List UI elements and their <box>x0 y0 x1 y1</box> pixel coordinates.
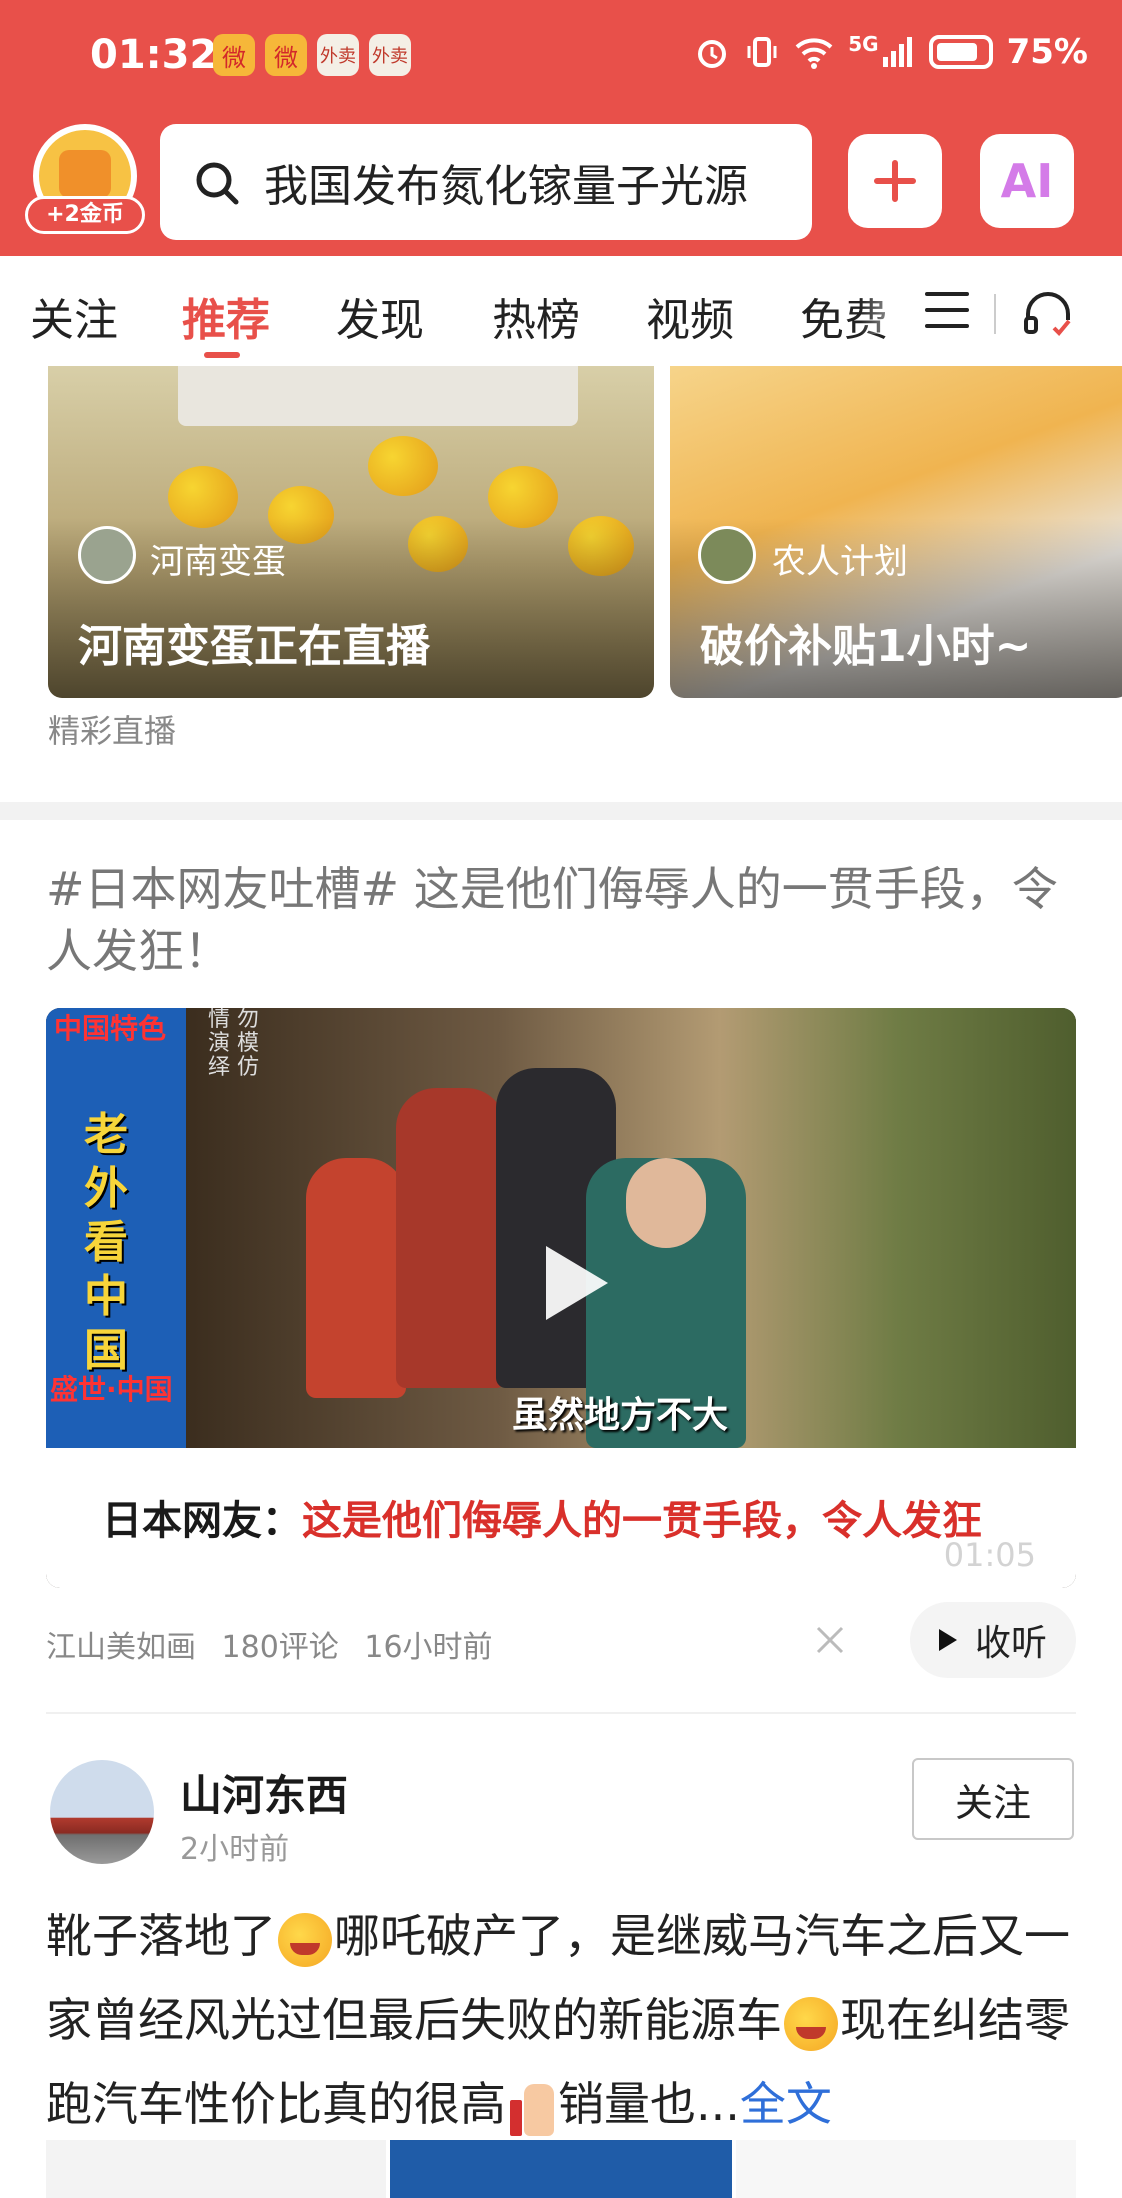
close-icon[interactable] <box>812 1622 848 1658</box>
video-side-title: 老外看中国 <box>84 1109 128 1376</box>
feed-divider <box>0 802 1122 820</box>
takeout-icon: 外卖 <box>369 34 411 76</box>
author-name[interactable]: 山河东西 <box>180 1762 348 1823</box>
figure <box>396 1088 506 1388</box>
active-tab-indicator <box>204 352 240 358</box>
section-label: 精彩直播 <box>48 712 177 750</box>
post-meta: 江山美如画 180评论 16小时前 <box>46 1622 509 1666</box>
post-time: 2小时前 <box>180 1832 290 1867</box>
tab-fade <box>860 274 920 334</box>
video-note: 情 勿 演 模 绎 仿 <box>208 1008 259 1080</box>
coin-reward-button[interactable]: +2金币 <box>25 124 145 244</box>
play-icon[interactable] <box>516 1228 626 1338</box>
video-corner-logo: 中国特色 <box>54 1012 167 1045</box>
ai-button[interactable]: AI <box>980 134 1074 228</box>
listen-label: 收听 <box>974 1623 1047 1664</box>
live-card-image <box>178 366 578 426</box>
thumbs-up-emoji-icon <box>510 2080 554 2136</box>
divider <box>46 1712 1076 1714</box>
follow-button[interactable]: 关注 <box>912 1758 1074 1840</box>
live-card[interactable]: 农人计划 破价补贴1小时~ <box>670 366 1122 698</box>
video-caption-area: 日本网友：这是他们侮辱人的一贯手段，令人发狂 01:05 <box>46 1448 1076 1588</box>
coin-badge: +2金币 <box>25 196 145 234</box>
post-image[interactable] <box>46 2140 386 2198</box>
tab-video[interactable]: 视频 <box>646 284 734 348</box>
notification-icons: 微 微 外卖 外卖 <box>213 34 411 76</box>
status-time: 01:32 <box>90 32 218 78</box>
network-type: 5G <box>848 32 879 56</box>
live-card[interactable]: 河南变蛋 河南变蛋正在直播 <box>48 366 654 698</box>
battery-icon <box>928 35 993 69</box>
signal-icon <box>882 37 912 67</box>
battery-level: 75% <box>1006 32 1088 72</box>
wifi-icon <box>795 38 833 69</box>
tab-follow[interactable]: 关注 <box>30 284 118 348</box>
avatar <box>78 526 136 584</box>
tab-recommend[interactable]: 推荐 <box>182 284 270 348</box>
alarm-icon <box>698 40 727 68</box>
video-subtitle: 虽然地方不大 <box>512 1395 729 1436</box>
video-frame <box>186 1008 1076 1448</box>
video-side-banner: 中国特色 老外看中国 盛世·中国 <box>46 1008 186 1448</box>
video-side-bottom: 盛世·中国 <box>50 1373 173 1406</box>
headphones-icon[interactable] <box>1022 290 1074 336</box>
vibrate-icon <box>747 37 777 67</box>
post-time: 16小时前 <box>364 1630 493 1665</box>
app-header: +2金币 我国发布氮化镓量子光源 AI <box>0 120 1122 256</box>
status-indicators: 5G 75% <box>694 32 1088 72</box>
comment-count: 180评论 <box>221 1630 339 1665</box>
video-player[interactable]: 中国特色 老外看中国 盛世·中国 情 勿 演 模 绎 仿 虽然地方不大 日本网友… <box>46 1008 1076 1588</box>
tab-hot[interactable]: 热榜 <box>492 284 580 348</box>
plus-icon <box>874 160 916 202</box>
weibo-icon: 微 <box>213 34 255 76</box>
post-source[interactable]: 江山美如画 <box>46 1630 196 1665</box>
post-body[interactable]: 靴子落地了 哪吒破产了，是继威马汽车之后又一家曾经风光过但最后失败的新能源车 现在纠… <box>46 1894 1086 2146</box>
status-bar: 01:32 微 微 外卖 外卖 5G 75% <box>0 0 1122 120</box>
live-title: 河南变蛋正在直播 <box>78 621 430 672</box>
post-images <box>46 2140 1076 2198</box>
tab-discover[interactable]: 发现 <box>336 284 424 348</box>
video-duration: 01:05 <box>943 1536 1036 1574</box>
menu-icon[interactable] <box>925 292 969 328</box>
post-title[interactable]: #日本网友吐槽# 这是他们侮辱人的一贯手段，令人发狂！ <box>46 858 1086 982</box>
live-title: 破价补贴1小时~ <box>700 621 1032 672</box>
video-caption: 日本网友：这是他们侮辱人的一贯手段，令人发狂 <box>102 1498 982 1544</box>
laugh-cry-emoji-icon <box>784 1996 838 2051</box>
post-image[interactable] <box>390 2140 732 2198</box>
avatar[interactable] <box>50 1760 154 1864</box>
laugh-cry-emoji-icon <box>278 1912 332 1967</box>
takeout-icon: 外卖 <box>317 34 359 76</box>
search-suggestion: 我国发布氮化镓量子光源 <box>264 161 748 212</box>
figure <box>306 1158 406 1398</box>
post-image[interactable] <box>736 2140 1076 2198</box>
add-button[interactable] <box>848 134 942 228</box>
avatar <box>698 526 756 584</box>
figure-head <box>626 1158 706 1248</box>
divider <box>994 294 996 334</box>
egg-shape <box>368 436 438 496</box>
live-author: 河南变蛋 <box>150 542 286 582</box>
live-author: 农人计划 <box>772 542 908 582</box>
play-icon <box>938 1629 957 1651</box>
search-icon <box>196 162 239 205</box>
listen-button[interactable]: 收听 <box>910 1602 1076 1678</box>
search-bar[interactable]: 我国发布氮化镓量子光源 <box>160 124 812 240</box>
read-more-link[interactable]: 全文 <box>740 2077 832 2131</box>
weibo-icon: 微 <box>265 34 307 76</box>
